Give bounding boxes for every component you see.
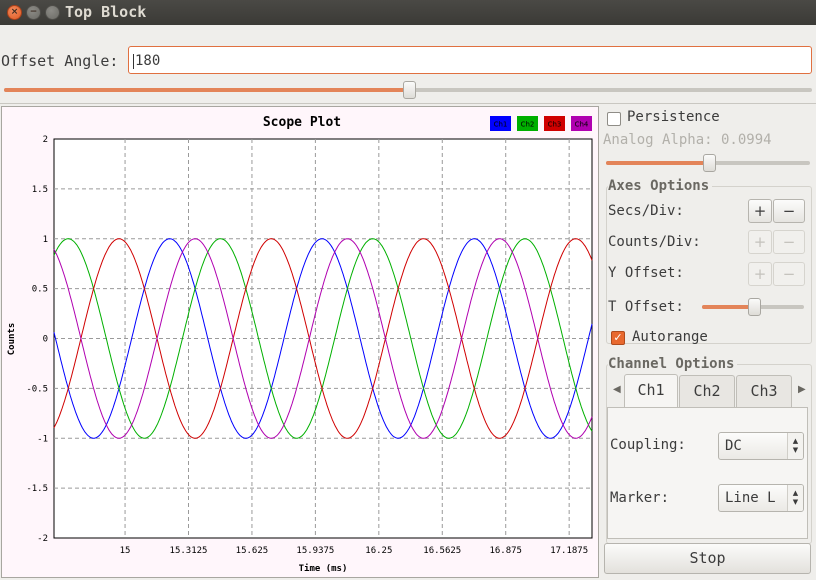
t-offset-slider[interactable] [702,298,804,316]
legend-label-ch3: Ch3 [548,121,562,129]
maximize-window-button[interactable] [45,5,60,20]
tab-ch3[interactable]: Ch3 [736,375,792,407]
scope-plot[interactable]: Scope Plot Time (ms) Counts 2 1.5 1 0.5 0 -0.… [1,106,599,578]
stop-button[interactable]: Stop [604,543,811,574]
axes-options-title: Axes Options [608,178,713,194]
t-offset-slider-handle[interactable] [748,298,761,316]
legend-label-ch1: Ch1 [494,121,508,129]
x-tick-label: 16.25 [365,546,392,556]
channel-tab-content [607,407,808,539]
coupling-select[interactable]: DC ▲ ▼ [718,432,804,460]
minimize-icon: − [29,7,38,17]
channel-options-title: Channel Options [608,356,738,372]
secs-div-label: Secs/Div: [608,203,684,219]
tab-scroll-left-icon[interactable]: ◀ [613,384,621,395]
scope-plot-canvas: Scope Plot Time (ms) Counts 2 1.5 1 0.5 0 -0.… [7,115,593,574]
x-tick-label: 15.9375 [296,546,334,556]
counts-div-label: Counts/Div: [608,234,701,250]
tab-ch1[interactable]: Ch1 [624,374,678,408]
y-tick-label: 2 [43,135,48,145]
t-offset-label: T Offset: [608,299,684,315]
marker-select[interactable]: Line L ▲ ▼ [718,484,804,512]
y-offset-decrease-button[interactable]: − [773,262,805,286]
y-tick-label: 1.5 [32,185,48,195]
control-panel: Persistence Analog Alpha: 0.0994 Axes Op… [602,106,814,578]
x-tick-label: 15.625 [236,546,269,556]
secs-div-decrease-button[interactable]: − [773,199,805,223]
tab-scroll-right-icon[interactable]: ▶ [798,384,806,395]
analog-alpha-label: Analog Alpha: 0.0994 [603,132,772,148]
counts-div-decrease-button[interactable]: − [773,230,805,254]
minimize-window-button[interactable]: − [26,5,41,20]
spin-arrows-icon: ▲ ▼ [787,433,803,459]
y-tick-label: -2 [37,534,48,544]
coupling-value: DC [725,438,742,454]
y-tick-label: 1 [43,235,48,245]
marker-value: Line L [725,490,776,506]
x-tick-label: 17.1875 [550,546,588,556]
coupling-label: Coupling: [610,437,686,453]
plot-x-axis-label: Time (ms) [299,563,348,574]
autorange-checkbox[interactable]: ✓ [611,331,625,345]
plot-title: Scope Plot [263,115,341,130]
offset-angle-slider-fill [4,88,408,92]
y-tick-label: 0 [43,335,48,345]
offset-angle-input[interactable]: 180 [128,46,812,74]
title-bar: × − Top Block [0,0,816,25]
persistence-checkbox[interactable] [607,112,621,126]
offset-angle-slider-handle[interactable] [403,81,416,99]
x-tick-label: 15.3125 [170,546,208,556]
secs-div-increase-button[interactable]: + [748,199,772,223]
autorange-label: Autorange [632,329,708,345]
y-tick-label: -0.5 [26,384,48,394]
x-tick-label: 16.875 [489,546,522,556]
counts-div-increase-button[interactable]: + [748,230,772,254]
x-tick-label: 16.5625 [423,546,461,556]
offset-angle-value: 180 [135,53,161,69]
y-offset-label: Y Offset: [608,265,684,281]
legend-label-ch2: Ch2 [521,121,535,129]
offset-angle-slider[interactable] [4,81,812,99]
tab-ch2[interactable]: Ch2 [679,375,735,407]
legend-label-ch4: Ch4 [575,121,589,129]
persistence-label: Persistence [627,109,720,125]
close-window-button[interactable]: × [7,5,22,20]
separator [0,103,816,104]
y-tick-label: -1.5 [26,484,48,494]
spin-arrows-icon: ▲ ▼ [787,485,803,511]
t-offset-slider-fill [702,305,753,309]
x-tick-label: 15 [120,546,131,556]
analog-alpha-slider-fill [606,161,708,165]
plot-y-axis-label: Counts [7,323,17,356]
y-tick-label: -1 [37,434,48,444]
y-tick-label: 0.5 [32,285,48,295]
marker-label: Marker: [610,490,670,506]
y-offset-increase-button[interactable]: + [748,262,772,286]
window-title: Top Block [65,3,147,21]
close-icon: × [10,7,19,17]
analog-alpha-slider-handle[interactable] [703,154,716,172]
analog-alpha-slider[interactable] [606,154,810,172]
offset-angle-label: Offset Angle: [1,52,119,70]
